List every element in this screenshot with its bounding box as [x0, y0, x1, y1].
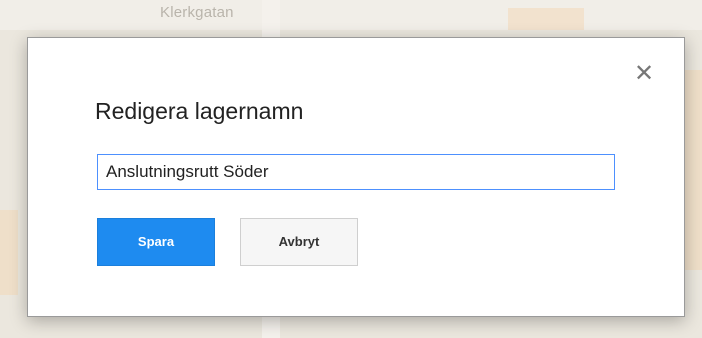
map-block [508, 8, 584, 30]
map-road-horizontal [0, 0, 702, 30]
rename-layer-dialog: ✕ Redigera lagernamn Spara Avbryt [27, 37, 685, 317]
save-button[interactable]: Spara [97, 218, 215, 266]
map-block [0, 210, 18, 295]
layer-name-input[interactable] [97, 154, 615, 190]
map-street-label: Klerkgatan [160, 4, 234, 21]
dialog-title: Redigera lagernamn [95, 98, 304, 124]
close-icon[interactable]: ✕ [632, 62, 656, 86]
cancel-button[interactable]: Avbryt [240, 218, 358, 266]
map-block [684, 70, 702, 270]
